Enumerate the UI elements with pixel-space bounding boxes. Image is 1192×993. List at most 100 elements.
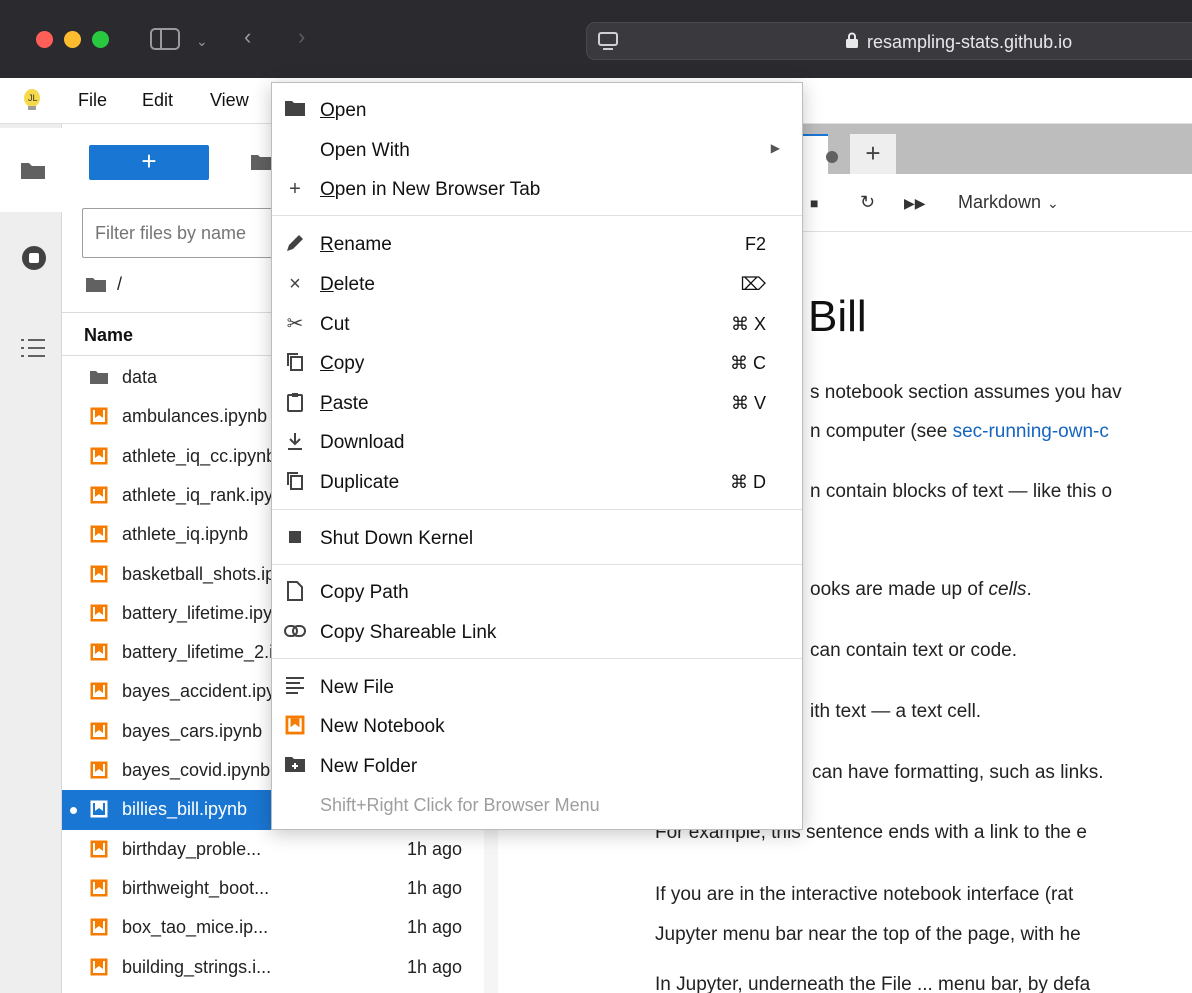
close-icon: × — [289, 273, 301, 295]
context-menu-item-new-folder[interactable]: New Folder — [272, 747, 802, 787]
cell-type-value: Markdown — [958, 192, 1042, 212]
context-menu-item-delete[interactable]: × Delete ⌦ — [272, 265, 802, 305]
notebook-icon — [90, 565, 108, 582]
new-folder-icon[interactable] — [250, 153, 272, 171]
breadcrumb-path: / — [117, 274, 123, 294]
pencil-icon — [284, 233, 306, 255]
context-menu-item-cut[interactable]: ✂ Cut ⌘ X — [272, 305, 802, 345]
notebook-icon — [90, 682, 108, 700]
context-menu-item-shut-down-kernel[interactable]: Shut Down Kernel — [272, 519, 802, 559]
menu-edit[interactable]: Edit — [142, 90, 173, 111]
context-menu-item-copy-path[interactable]: Copy Path — [272, 573, 802, 613]
zoom-window-button[interactable] — [92, 31, 109, 48]
notebook-icon — [90, 407, 108, 425]
context-menu-item-open-with[interactable]: Open With ▶ — [272, 131, 802, 171]
context-menu-item-open-in-new-browser-tab[interactable]: + Open in New Browser Tab — [272, 170, 802, 210]
add-tab-button[interactable]: + — [850, 134, 896, 174]
context-menu-item-duplicate[interactable]: Duplicate ⌘ D — [272, 463, 802, 503]
restart-icon[interactable]: ↻ — [860, 192, 875, 213]
context-menu-item-open[interactable]: Open — [272, 91, 802, 131]
context-menu-label: Delete — [320, 274, 375, 295]
plus-icon: + — [289, 178, 301, 200]
context-menu-item-new-file[interactable]: New File — [272, 668, 802, 708]
file-name: bayes_cars.ipynb — [122, 720, 263, 741]
table-of-contents-icon[interactable] — [20, 337, 46, 359]
back-icon[interactable]: ‹ — [244, 26, 251, 48]
file-row[interactable]: building_strings.i... 1h ago — [62, 948, 484, 988]
url-text: resampling-stats.github.io — [867, 32, 1073, 52]
context-menu-label: Duplicate — [320, 472, 400, 493]
context-menu-item-rename[interactable]: Rename F2 — [272, 225, 802, 265]
context-menu-label: Paste — [320, 393, 369, 414]
scissors-icon: ✂ — [286, 313, 304, 335]
download-icon — [284, 431, 306, 453]
shortcut-label: F2 — [744, 234, 766, 254]
notebook-icon — [90, 958, 108, 975]
sidebar-toggle-icon[interactable] — [150, 28, 180, 50]
notebook-icon — [90, 879, 108, 897]
notebook-icon — [90, 918, 108, 936]
clipboard-icon — [284, 392, 306, 414]
file-icon — [284, 581, 306, 603]
new-folder-icon — [284, 755, 306, 777]
sec-running-link[interactable]: sec-running-own-c — [953, 421, 1109, 442]
context-menu-label: Copy Shareable Link — [320, 622, 497, 643]
folder-icon[interactable] — [20, 160, 46, 180]
link-icon — [284, 621, 306, 643]
context-menu-item-new-notebook[interactable]: New Notebook — [272, 707, 802, 747]
file-name: bayes_accident.ipynb — [122, 681, 296, 702]
notebook-icon — [90, 761, 108, 779]
browser-menu-hint: Shift+Right Click for Browser Menu — [320, 795, 600, 815]
notebook-icon — [284, 715, 306, 737]
file-row[interactable]: birthday_proble... 1h ago — [62, 830, 484, 870]
paragraph-4-end: . — [1026, 579, 1032, 600]
paragraph-1: s notebook section assumes you hav — [810, 382, 1122, 403]
context-menu-label: Rename — [320, 234, 392, 255]
context-menu-label: Cut — [320, 314, 350, 335]
notebook-icon — [90, 447, 108, 465]
file-name: athlete_iq.ipynb — [122, 524, 249, 545]
file-name: battery_lifetime.ipynb — [122, 602, 293, 623]
shortcut-label: ⌦ — [740, 274, 766, 294]
shortcut-label: ⌘ V — [730, 393, 766, 413]
context-menu-item-download[interactable]: Download — [272, 423, 802, 463]
menu-file[interactable]: File — [78, 90, 107, 111]
name-column-header[interactable]: Name — [84, 325, 133, 346]
close-window-button[interactable] — [36, 31, 53, 48]
menu-separator — [272, 215, 802, 216]
unsaved-dot-icon[interactable] — [826, 151, 838, 163]
context-menu-item-paste[interactable]: Paste ⌘ V — [272, 384, 802, 424]
context-menu-label: Shut Down Kernel — [320, 528, 474, 549]
browser-titlebar: ⌄ ‹ › resampling-stats.github.io — [0, 0, 1192, 78]
notebook-heading: Bill — [808, 292, 867, 341]
context-menu-item-copy-shareable-link[interactable]: Copy Shareable Link — [272, 613, 802, 653]
file-row[interactable]: birthweight_boot... 1h ago — [62, 869, 484, 909]
running-kernels-icon[interactable] — [21, 245, 47, 271]
context-menu-item-copy[interactable]: Copy ⌘ C — [272, 344, 802, 384]
folder-icon — [86, 278, 106, 292]
file-name: data — [122, 367, 158, 387]
paragraph-9: If you are in the interactive notebook i… — [655, 884, 1074, 905]
menu-view[interactable]: View — [210, 90, 249, 111]
svg-text:JL: JL — [28, 93, 38, 103]
address-bar[interactable]: resampling-stats.github.io — [586, 22, 1192, 60]
stop-icon[interactable]: ■ — [810, 195, 818, 211]
lock-icon — [846, 32, 858, 48]
cell-type-select[interactable]: Markdown ⌄ — [958, 192, 1059, 213]
forward-icon[interactable]: › — [298, 26, 305, 48]
minimize-window-button[interactable] — [64, 31, 81, 48]
paragraph-10: Jupyter menu bar near the top of the pag… — [655, 924, 1081, 945]
shortcut-label: ⌘ X — [730, 314, 766, 334]
reader-icon[interactable] — [597, 32, 619, 52]
file-modified-time: 1h ago — [406, 877, 462, 898]
new-launcher-button[interactable]: + — [89, 145, 209, 180]
chevron-down-icon[interactable]: ⌄ — [196, 30, 208, 52]
context-menu-label: Open in New Browser Tab — [320, 179, 541, 200]
file-name: building_strings.i... — [122, 956, 272, 977]
menu-separator — [272, 564, 802, 565]
file-name: billies_bill.ipynb — [122, 799, 248, 820]
file-row[interactable]: box_tao_mice.ip... 1h ago — [62, 908, 484, 948]
paragraph-5: can contain text or code. — [810, 640, 1018, 661]
run-all-icon[interactable]: ▶▶ — [904, 195, 926, 212]
cells-word: cells — [988, 579, 1027, 600]
